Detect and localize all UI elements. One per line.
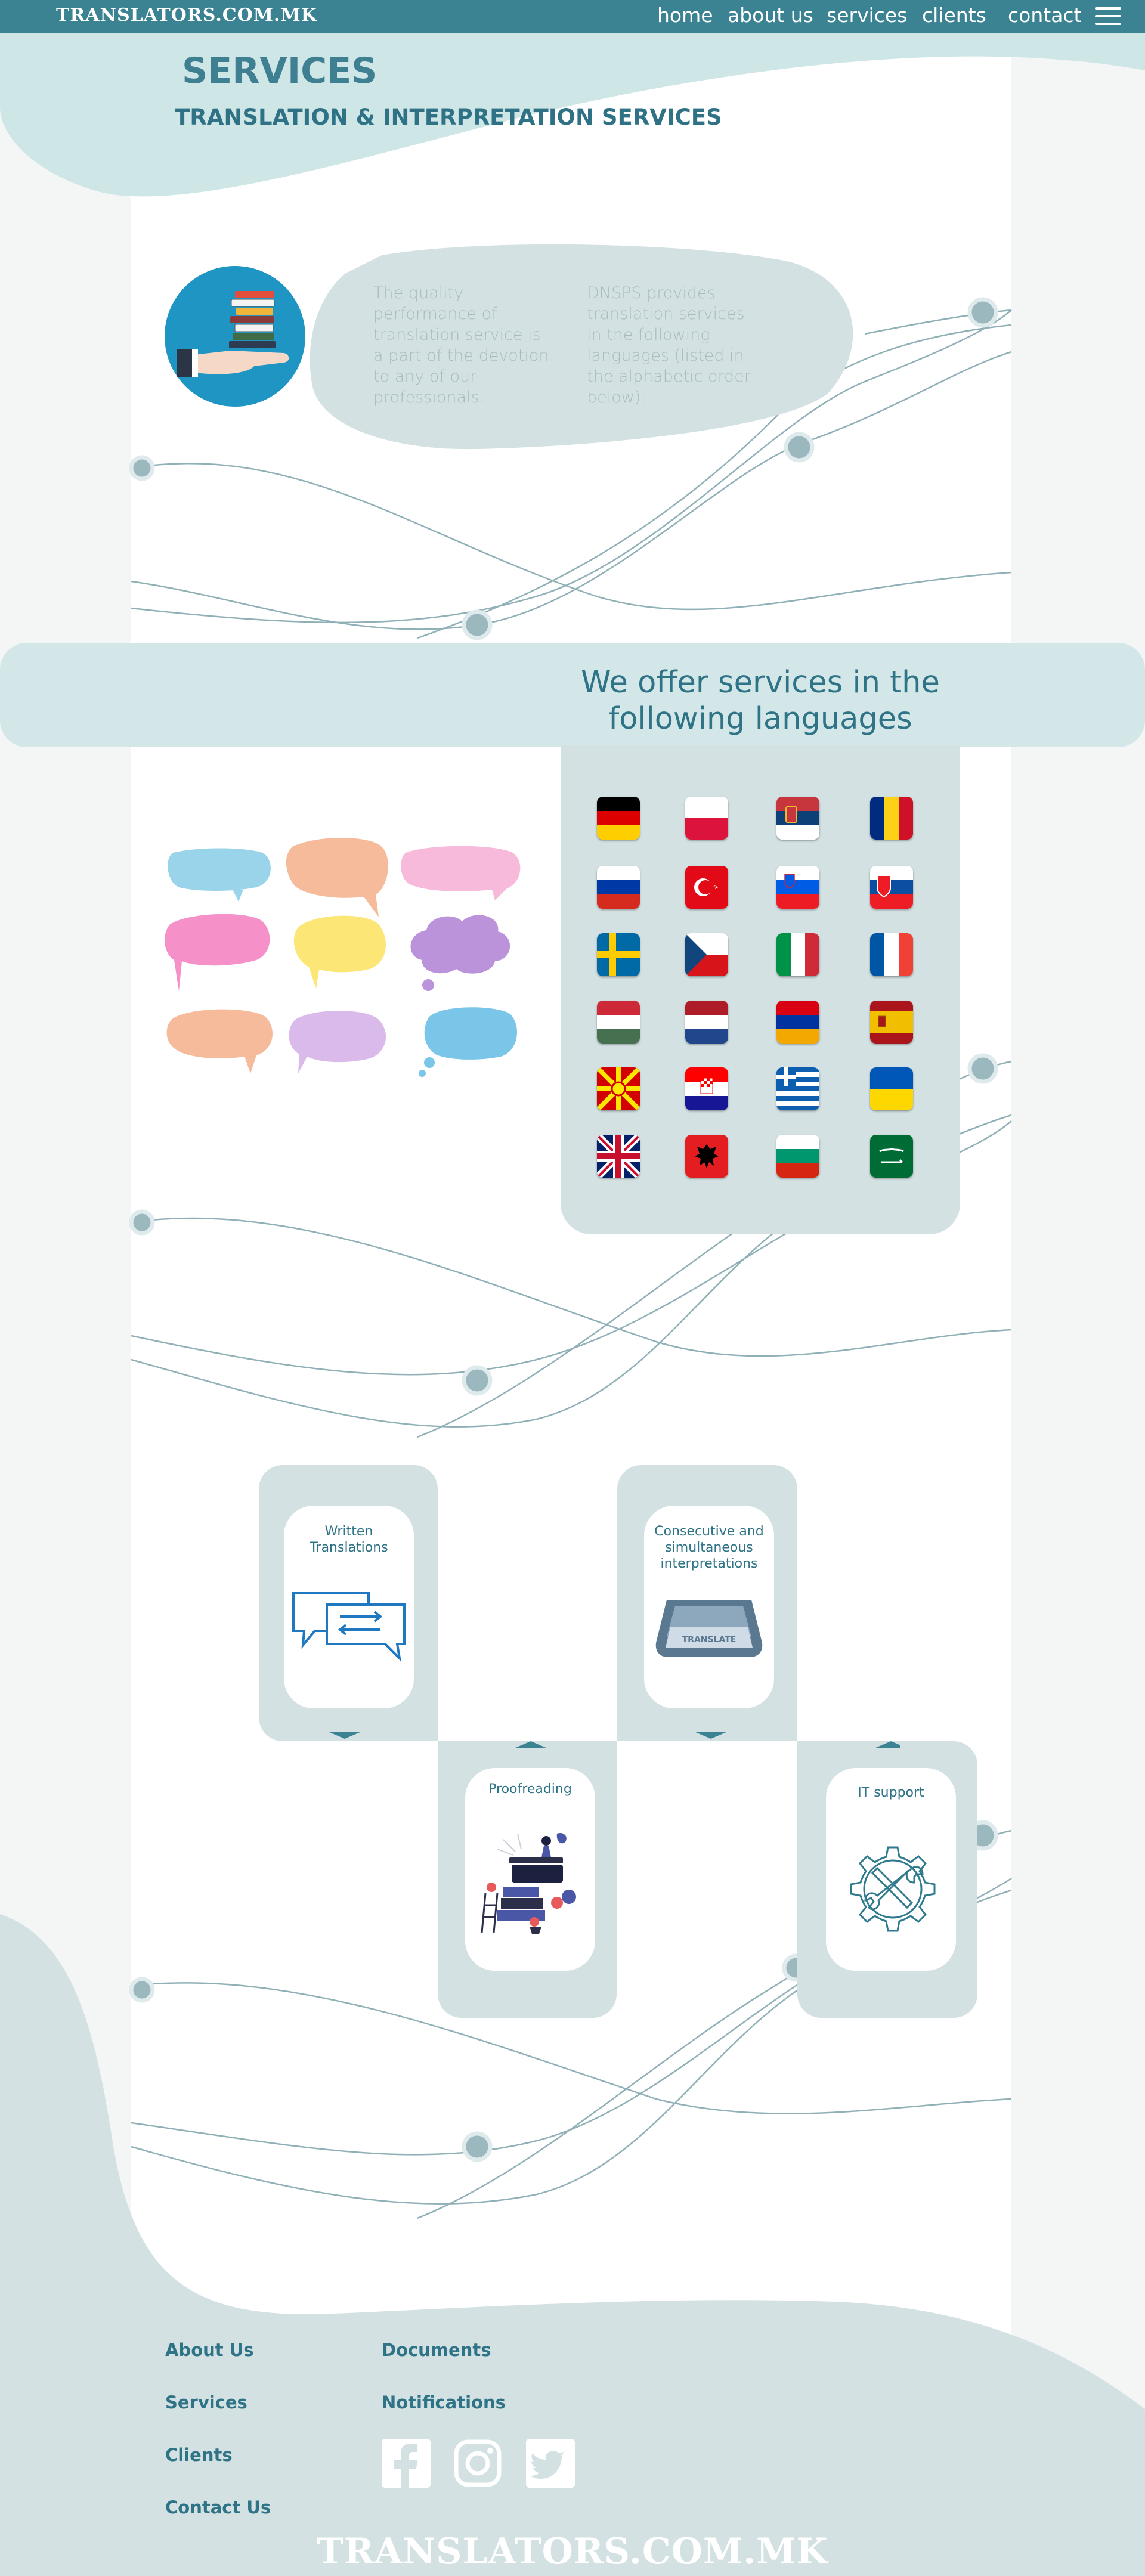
- poland-flag: [685, 797, 728, 840]
- proofreading-title: Proofreading: [488, 1782, 572, 1797]
- germany-flag: [597, 797, 640, 840]
- written-translations-title: Written Translations: [310, 1524, 388, 1555]
- translate-key-icon: TRANSLATE: [655, 1600, 763, 1657]
- romania-flag: [870, 797, 913, 840]
- sweden-flag: [597, 933, 640, 976]
- footer-notifications-link[interactable]: Notifications: [382, 2392, 506, 2413]
- intro-left-text: The quality performance of translation s…: [373, 284, 549, 407]
- it-support-title: IT support: [858, 1785, 924, 1800]
- it-support-card[interactable]: IT support: [826, 1768, 956, 1971]
- slovakia-flag: [870, 866, 913, 909]
- twitter-icon[interactable]: [526, 2439, 575, 2488]
- nav-home[interactable]: home: [657, 4, 713, 27]
- uk-flag: [597, 1135, 640, 1178]
- brand-logo[interactable]: TRANSLATORS.COM.MK: [56, 5, 317, 26]
- nav-services[interactable]: services: [827, 4, 907, 27]
- croatia-flag: [685, 1067, 728, 1110]
- footer-contact-us-link[interactable]: Contact Us: [165, 2497, 271, 2518]
- czech-flag: [685, 933, 728, 976]
- translate-key-label: TRANSLATE: [682, 1635, 736, 1645]
- hamburger-menu-icon[interactable]: [1095, 7, 1121, 26]
- footer-documents-link[interactable]: Documents: [382, 2340, 491, 2360]
- footer-clients-link[interactable]: Clients: [165, 2445, 233, 2465]
- intro-right-text: DNSPS provides translation services in t…: [587, 284, 751, 407]
- footer-services-link[interactable]: Services: [165, 2392, 247, 2413]
- written-translations-card[interactable]: Written Translations: [284, 1506, 414, 1708]
- facebook-icon[interactable]: [382, 2439, 431, 2488]
- serbia-flag: [776, 797, 819, 840]
- saudi-arabia-flag: [870, 1135, 913, 1178]
- armenia-flag: [776, 1001, 819, 1044]
- nav-contact[interactable]: contact: [1008, 4, 1082, 27]
- interpretations-card[interactable]: Consecutive and simultaneous interpretat…: [644, 1506, 774, 1708]
- slovenia-flag: [776, 866, 819, 909]
- languages-heading: We offer services in the following langu…: [581, 665, 940, 736]
- chat-arrows-icon: [292, 1592, 406, 1661]
- proofreading-card[interactable]: Proofreading: [465, 1768, 595, 1971]
- footer-brand: TRANSLATORS.COM.MK: [317, 2531, 828, 2572]
- nav-clients[interactable]: clients: [922, 4, 986, 27]
- page-title: SERVICES: [182, 50, 377, 92]
- footer-about-us-link[interactable]: About Us: [165, 2340, 254, 2360]
- hungary-flag: [597, 1001, 640, 1044]
- ukraine-flag: [870, 1067, 913, 1110]
- turkey-flag: [685, 866, 728, 909]
- gear-tools-icon: [850, 1846, 936, 1932]
- france-flag: [870, 933, 913, 976]
- nav-about-us[interactable]: about us: [728, 4, 813, 27]
- books-in-hand-illustration: [165, 266, 305, 407]
- italy-flag: [776, 933, 819, 976]
- interpretations-title: Consecutive and simultaneous interpretat…: [654, 1524, 764, 1571]
- bulgaria-flag: [776, 1135, 819, 1178]
- albania-flag: [685, 1135, 728, 1178]
- speech-bubbles-illustration: [165, 838, 521, 1077]
- russia-flag: [597, 866, 640, 909]
- panel-markers: [328, 1732, 900, 1748]
- page-subtitle: TRANSLATION & INTERPRETATION SERVICES: [175, 104, 722, 130]
- proofreading-illustration: [481, 1832, 576, 1934]
- macedonia-flag: [597, 1067, 640, 1110]
- greece-flag: [776, 1067, 819, 1110]
- instagram-icon[interactable]: [453, 2439, 502, 2488]
- netherlands-flag: [685, 1001, 728, 1044]
- spain-flag: [870, 1001, 913, 1044]
